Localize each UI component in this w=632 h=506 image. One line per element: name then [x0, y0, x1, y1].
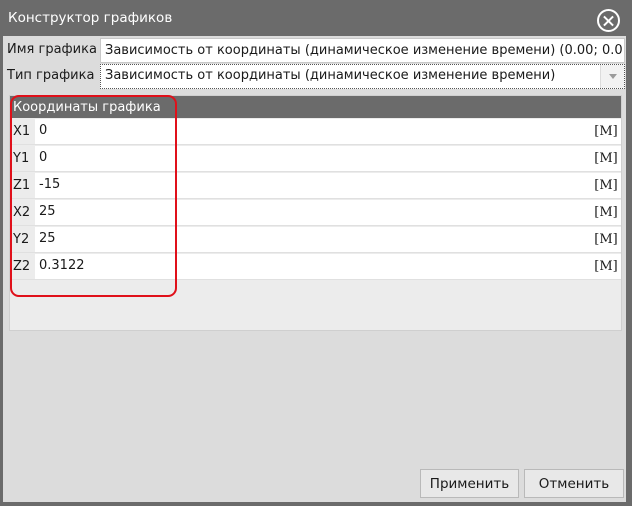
coord-input-y1[interactable]: 0	[35, 145, 591, 171]
unit-button[interactable]: [M]	[591, 253, 621, 279]
dialog-content: Имя графика Зависимость от координаты (д…	[3, 36, 626, 502]
graph-name-input[interactable]: Зависимость от координаты (динамическое …	[100, 38, 625, 63]
title-bar[interactable]: Конструктор графиков	[0, 0, 632, 36]
coord-row-y1: Y1 0 [M]	[10, 145, 621, 172]
dialog-title: Конструктор графиков	[8, 10, 173, 26]
coord-input-x2[interactable]: 25	[35, 199, 591, 225]
coord-label: X2	[13, 204, 31, 220]
graph-name-label: Имя графика	[7, 42, 97, 57]
cancel-button[interactable]: Отменить	[524, 469, 624, 498]
unit-button[interactable]: [M]	[591, 199, 621, 225]
coord-input-z1[interactable]: -15	[35, 172, 591, 198]
coordinates-header: Координаты графика	[10, 96, 621, 118]
graph-name-row: Имя графика Зависимость от координаты (д…	[4, 38, 625, 63]
coord-row-x1: X1 0 [M]	[10, 118, 621, 145]
graph-builder-dialog: Конструктор графиков Имя графика Зависим…	[0, 0, 632, 506]
unit-button[interactable]: [M]	[591, 226, 621, 252]
coord-label: Z1	[13, 177, 31, 193]
coord-label: Y2	[13, 231, 30, 247]
graph-type-row: Тип графика Зависимость от координаты (д…	[4, 64, 625, 89]
apply-button[interactable]: Применить	[420, 469, 519, 498]
graph-type-value: Зависимость от координаты (динамическое …	[105, 68, 556, 83]
coord-label: X1	[13, 123, 31, 139]
unit-button[interactable]: [M]	[591, 145, 621, 171]
unit-button[interactable]: [M]	[591, 118, 621, 144]
coord-input-z2[interactable]: 0.3122	[35, 253, 591, 279]
graph-type-label: Тип графика	[7, 68, 95, 83]
coordinates-group: Координаты графика X1 0 [M] Y1 0 [M] Z1 …	[9, 95, 622, 331]
graph-type-select[interactable]: Зависимость от координаты (динамическое …	[100, 64, 625, 89]
coord-input-y2[interactable]: 25	[35, 226, 591, 252]
coord-row-z2: Z2 0.3122 [M]	[10, 253, 621, 280]
coord-row-y2: Y2 25 [M]	[10, 226, 621, 253]
coord-row-z1: Z1 -15 [M]	[10, 172, 621, 199]
coord-row-x2: X2 25 [M]	[10, 199, 621, 226]
close-icon[interactable]	[597, 9, 620, 32]
coord-label: Z2	[13, 258, 31, 274]
unit-button[interactable]: [M]	[591, 172, 621, 198]
coord-label: Y1	[13, 150, 30, 166]
coord-input-x1[interactable]: 0	[35, 118, 591, 144]
chevron-down-icon[interactable]	[600, 65, 624, 88]
